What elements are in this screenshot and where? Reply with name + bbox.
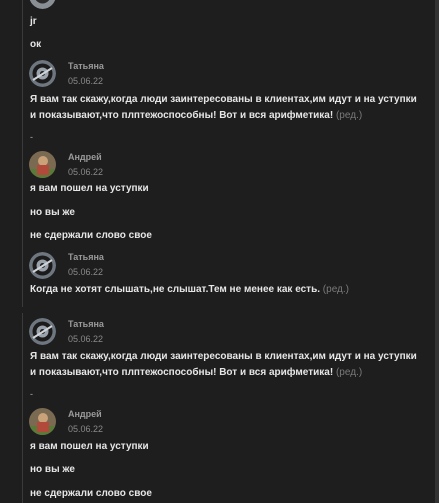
message-text: не сдержали слово свое	[30, 230, 152, 241]
tatyana-avatar-icon[interactable]	[29, 60, 56, 87]
message-author[interactable]: Татьяна	[68, 61, 104, 71]
separator-dash: -	[30, 132, 33, 142]
edited-label: (ред.)	[335, 110, 363, 121]
message-text: я вам пошел на уступки	[30, 183, 149, 194]
message-author[interactable]: Андрей	[68, 152, 102, 162]
message-text: не сдержали слово свое	[30, 488, 152, 499]
edited-label: (ред.)	[322, 284, 349, 295]
message-date: 05.06.22	[68, 424, 104, 434]
message-author[interactable]: Андрей	[68, 409, 102, 419]
tatyana-avatar-icon[interactable]	[29, 252, 56, 279]
message-text: Я вам так скажу,когда люди заинтересован…	[30, 349, 425, 381]
edited-label: (ред.)	[335, 367, 363, 378]
message-author[interactable]: Татьяна	[68, 252, 104, 262]
message-text: Я вам так скажу,когда люди заинтересован…	[30, 92, 425, 124]
message-date: 05.06.22	[68, 334, 104, 344]
message-date: 05.06.22	[68, 267, 104, 277]
andrey-avatar-icon[interactable]	[29, 151, 56, 178]
message-text: jr	[30, 16, 37, 27]
andrey-avatar-icon[interactable]	[29, 408, 56, 435]
separator-dash: -	[30, 389, 33, 399]
message-text: ок	[30, 39, 42, 50]
message-date: 05.06.22	[68, 76, 104, 86]
message-text: но вы же	[30, 464, 75, 475]
message-date: 05.06.22	[68, 167, 104, 177]
tatyana-avatar-icon[interactable]	[29, 318, 56, 345]
message-text: но вы же	[30, 207, 75, 218]
chat-log: jr ок Татьяна 05.06.22 Я вам так скажу,к…	[0, 0, 439, 503]
message-text: я вам пошел на уступки	[30, 441, 149, 452]
message-text: Когда не хотят слышать,не слышат.Тем не …	[30, 284, 349, 295]
scrollbar[interactable]	[435, 0, 439, 503]
message-author[interactable]: Татьяна	[68, 319, 104, 329]
message-body: Когда не хотят слышать,не слышат.Тем не …	[30, 284, 321, 295]
